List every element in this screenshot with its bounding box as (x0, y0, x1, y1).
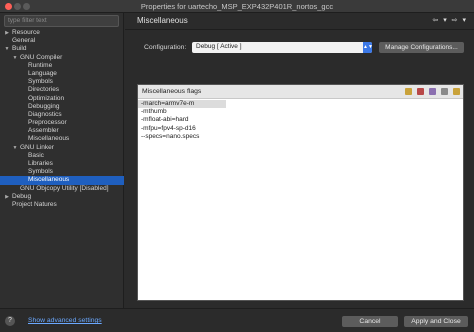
tree-item-label: Basic (28, 151, 44, 159)
delete-icon[interactable] (417, 88, 425, 95)
tree-item-label: Assembler (28, 127, 59, 135)
tree-item-label: Optimization (28, 94, 65, 102)
page-title: Miscellaneous (137, 16, 188, 25)
tree-item[interactable]: ▶ Resource (0, 29, 124, 37)
divider (125, 29, 474, 30)
tree-item[interactable]: Miscellaneous (0, 135, 124, 143)
chevron-updown-icon: ▲▼ (363, 42, 373, 53)
tree-item[interactable]: ▼ GNU Compiler (0, 54, 124, 62)
tree-item[interactable]: Libraries (0, 160, 124, 168)
flag-item[interactable]: --specs=nano.specs (138, 133, 463, 141)
nav-arrows: ⇦ ▾ ⇨ ▾ (429, 16, 466, 24)
tree-item[interactable]: Symbols (0, 78, 124, 86)
tree-item[interactable]: Diagnostics (0, 111, 124, 119)
tree-item-label: Build (12, 45, 27, 53)
tree-item[interactable]: ▶ Debug (0, 193, 124, 201)
tree-item-label: Resource (12, 29, 40, 36)
flag-item[interactable]: -mfpu=fpv4-sp-d16 (138, 125, 463, 133)
expanded-arrow-icon[interactable]: ▼ (12, 144, 18, 152)
tree-item-label: GNU Linker (20, 143, 54, 151)
tree-item-label: Symbols (28, 168, 53, 176)
collapsed-arrow-icon[interactable]: ▶ (4, 193, 10, 201)
tree-item-label: Project Natures (12, 200, 57, 208)
tree-item-label: Language (28, 69, 57, 77)
configuration-select[interactable]: Debug [ Active ] ▲▼ (192, 42, 373, 53)
tree-item[interactable]: Assembler (0, 127, 124, 135)
flag-item[interactable]: -mfloat-abi=hard (138, 116, 463, 124)
tree-item[interactable]: Miscellaneous (0, 176, 124, 185)
tree-item-label: Miscellaneous (28, 135, 70, 143)
tree-item-label: Symbols (28, 78, 53, 86)
configuration-value: Debug [ Active ] (196, 43, 242, 50)
flags-header: Miscellaneous flags (138, 85, 463, 99)
flags-title: Miscellaneous flags (142, 88, 202, 95)
flag-item[interactable]: -march=armv7e-m (138, 100, 226, 109)
back-arrow-icon[interactable]: ⇦ (432, 17, 438, 24)
expanded-arrow-icon[interactable]: ▼ (4, 45, 10, 53)
tree-item[interactable]: ▼ Build (0, 45, 124, 53)
dialog-footer: ? Show advanced settings Cancel Apply an… (0, 308, 474, 332)
misc-flags-list: Miscellaneous flags -march=armv7e-m -mthu… (137, 84, 464, 301)
tree-item-label: Preprocessor (28, 119, 67, 127)
forward-arrow-icon[interactable]: ⇨ (452, 17, 458, 24)
manage-configurations-button[interactable]: Manage Configurations... (379, 42, 464, 53)
tree-item[interactable]: Runtime (0, 62, 124, 70)
category-tree: ▶ Resource General ▼ Build ▼ GNU Compiler Runti… (0, 29, 124, 209)
category-panel: type filter text ▶ Resource General ▼ Build ▼… (0, 13, 124, 308)
tree-item[interactable]: ▼ GNU Linker (0, 144, 124, 152)
tree-item[interactable]: Language (0, 70, 124, 78)
window-title: Properties for uartecho_MSP_EXP432P401R_… (140, 2, 334, 11)
back-menu-icon[interactable]: ▾ (443, 17, 447, 24)
tree-item[interactable]: Project Natures (0, 201, 124, 209)
move-up-icon[interactable] (441, 88, 449, 95)
move-down-icon[interactable] (453, 88, 460, 95)
flag-item[interactable]: -mthumb (138, 108, 463, 116)
edit-icon[interactable] (429, 88, 437, 95)
tree-item[interactable]: Directories (0, 86, 124, 94)
expanded-arrow-icon[interactable]: ▼ (12, 54, 18, 62)
flag-items: -march=armv7e-m -mthumb -mfloat-abi=hard -m… (138, 99, 463, 141)
tree-item[interactable]: General (0, 37, 124, 45)
apply-and-close-button[interactable]: Apply and Close (404, 316, 468, 327)
tree-item-label: Diagnostics (28, 110, 62, 118)
tree-item-label: Runtime (28, 61, 53, 69)
tree-item[interactable]: Preprocessor (0, 119, 124, 127)
tree-item-label: General (12, 37, 36, 45)
tree-item-label: Miscellaneous (28, 176, 70, 184)
tree-item-label: Debug (12, 192, 32, 200)
forward-menu-icon[interactable]: ▾ (462, 17, 466, 24)
tree-item-label: Directories (28, 86, 60, 94)
window-titlebar: Properties for uartecho_MSP_EXP432P401R_… (0, 0, 474, 13)
tree-item-label: GNU Compiler (20, 53, 63, 61)
tree-item[interactable]: GNU Objcopy Utility [Disabled] (0, 185, 124, 193)
settings-panel: Miscellaneous ⇦ ▾ ⇨ ▾ Configuration: Deb… (125, 13, 474, 308)
add-icon[interactable] (405, 88, 413, 95)
tree-item[interactable]: Symbols (0, 168, 124, 176)
cancel-button[interactable]: Cancel (342, 316, 398, 327)
configuration-label: Configuration: (144, 44, 187, 51)
tree-item-label: Debugging (28, 102, 60, 110)
tree-item[interactable]: Basic (0, 152, 124, 160)
tree-item[interactable]: Debugging (0, 103, 124, 111)
collapsed-arrow-icon[interactable]: ▶ (4, 29, 10, 37)
show-advanced-settings-link[interactable]: Show advanced settings (28, 317, 102, 324)
tree-item-label: Libraries (28, 160, 53, 167)
filter-input[interactable]: type filter text (4, 15, 119, 27)
help-icon[interactable]: ? (5, 316, 15, 326)
flags-toolbar (402, 88, 460, 97)
tree-item[interactable]: Optimization (0, 95, 124, 103)
tree-item-label: GNU Objcopy Utility [Disabled] (20, 184, 109, 192)
